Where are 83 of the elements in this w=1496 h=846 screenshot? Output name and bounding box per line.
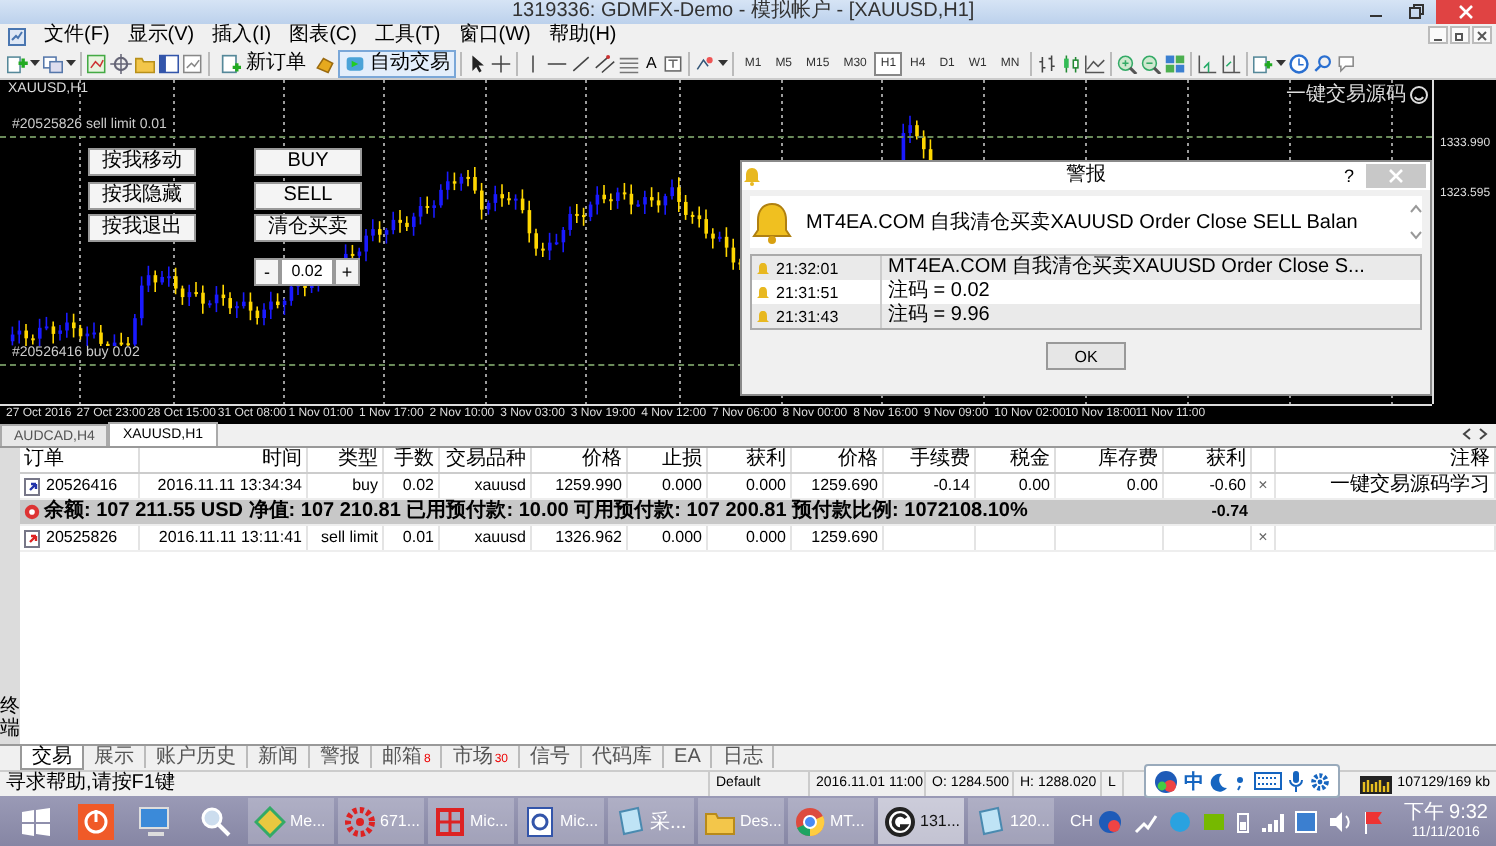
menu-item[interactable]: 图表(C) <box>289 24 357 48</box>
terminal-tab[interactable]: 信号 <box>520 746 583 768</box>
table-cell: -0.14 <box>884 474 976 498</box>
order-number: 20525826 <box>46 526 118 550</box>
table-cell: 一键交易源码学习 <box>1276 474 1496 498</box>
table-cell: 0.00 <box>976 474 1056 498</box>
table-cell: buy <box>308 474 384 498</box>
column-header[interactable]: 价格 <box>792 448 884 472</box>
table-cell: 0.01 <box>384 526 440 550</box>
column-header[interactable]: 手数 <box>384 448 440 472</box>
expert-label: 一键交易源码 <box>1286 81 1406 108</box>
table-cell: sell limit <box>308 526 384 550</box>
taskbar-app[interactable]: 131... <box>878 798 964 844</box>
terminal-tab[interactable]: 账户历史 <box>146 746 248 768</box>
decrease-button[interactable]: - <box>254 258 280 286</box>
alert-text: MT4EA.COM 自我清仓买卖XAUUSD Order Close S... <box>886 256 1365 279</box>
dialog-title: 警报 <box>1066 162 1106 190</box>
table-cell: xauusd <box>440 526 532 550</box>
balance-summary: 余额: 107 211.55 USD 净值: 107 210.81 已用预付款: 10.00 可用预付款: 107 200.81 预付款比例: 1072108.10% <box>44 500 1028 524</box>
alert-text: 注码 = 0.02 <box>886 280 990 303</box>
terminal-tab[interactable]: 警报 <box>310 746 372 768</box>
trade-button[interactable]: BUY <box>254 148 362 176</box>
table-cell: xauusd <box>440 474 532 498</box>
help-button[interactable]: ? <box>1343 162 1354 190</box>
alert-time: 21:32:01 <box>752 256 882 280</box>
table-cell: -0.60 <box>1164 474 1252 498</box>
table-cell: 0.02 <box>384 474 440 498</box>
new-order-button[interactable]: 新订单 <box>214 49 312 77</box>
table-cell: 1259.690 <box>792 474 884 498</box>
close-order-button[interactable]: × <box>1252 526 1276 550</box>
table-cell: 0.000 <box>628 526 708 550</box>
menu-item[interactable]: 帮助(H) <box>548 24 617 48</box>
auto-trading-button[interactable]: 自动交易 <box>338 49 456 77</box>
terminal-tab[interactable]: EA <box>664 746 713 768</box>
column-header[interactable]: 交易品种 <box>440 448 532 472</box>
table-cell: 2016.11.11 13:11:41 <box>140 526 308 550</box>
table-cell: 0.000 <box>708 526 792 550</box>
table-cell: 0.000 <box>708 474 792 498</box>
table-cell: 1259.690 <box>792 526 884 550</box>
lot-field[interactable]: 0.02 <box>280 258 334 286</box>
increase-button[interactable]: + <box>334 258 360 286</box>
column-header[interactable]: 时间 <box>140 448 308 472</box>
terminal-label: 终端 <box>0 696 20 740</box>
table-cell: 2016.11.11 13:34:34 <box>140 474 308 498</box>
table-cell: 1326.962 <box>532 526 628 550</box>
terminal-tab[interactable]: 展示 <box>84 746 146 768</box>
terminal-tab[interactable]: 日志 <box>712 746 775 768</box>
menu-item[interactable]: 窗口(W) <box>458 24 531 48</box>
column-header[interactable]: 止损 <box>628 448 708 472</box>
menu-item[interactable]: 文件(F) <box>44 24 110 48</box>
panel-button[interactable]: 按我隐藏 <box>88 181 196 209</box>
alert-time: 21:31:43 <box>752 304 882 328</box>
table-cell: 1259.990 <box>532 474 628 498</box>
text-tool-button[interactable]: A <box>642 54 661 72</box>
column-header[interactable]: 库存费 <box>1056 448 1164 472</box>
column-header[interactable]: 类型 <box>308 448 384 472</box>
close-order-button[interactable]: × <box>1252 474 1276 498</box>
table-cell: 0.000 <box>628 474 708 498</box>
order-number: 20526416 <box>46 474 118 498</box>
panel-button[interactable]: 按我退出 <box>88 214 196 242</box>
menu-item[interactable]: 显示(V) <box>127 24 195 48</box>
terminal-tab[interactable]: 新闻 <box>248 746 310 768</box>
panel-button[interactable]: 按我移动 <box>88 148 196 176</box>
ok-button[interactable]: OK <box>1046 342 1126 370</box>
column-header[interactable]: 手续费 <box>884 448 976 472</box>
column-header[interactable]: 获利 <box>1164 448 1252 472</box>
total-profit: -0.74 <box>1209 500 1250 524</box>
menu-item[interactable]: 插入(I) <box>212 24 272 48</box>
menu-item[interactable]: 工具(T) <box>374 24 441 48</box>
trade-button[interactable]: 清仓买卖 <box>254 214 362 242</box>
table-cell: 0.00 <box>1056 474 1164 498</box>
column-header[interactable]: 订单 <box>20 448 140 472</box>
terminal-tab[interactable]: 交易 <box>20 746 84 770</box>
terminal-tab[interactable]: 代码库 <box>582 746 665 768</box>
column-header[interactable]: 税金 <box>976 448 1056 472</box>
column-header[interactable]: 注释 <box>1276 448 1496 472</box>
input-mode[interactable]: 中 <box>1184 767 1204 795</box>
trade-button[interactable]: SELL <box>254 181 362 209</box>
order-row[interactable]: 20525826 2016.11.11 13:11:41 sell limit 0.01 xauusd 1326.962 0.000 0.000 1259.690 × <box>20 526 1496 552</box>
column-header[interactable]: 价格 <box>532 448 628 472</box>
column-header[interactable]: 获利 <box>708 448 792 472</box>
alert-text: 注码 = 9.96 <box>886 304 990 328</box>
alert-message: MT4EA.COM 自我清仓买卖XAUUSD Order Close SELL Balan <box>806 209 1360 236</box>
